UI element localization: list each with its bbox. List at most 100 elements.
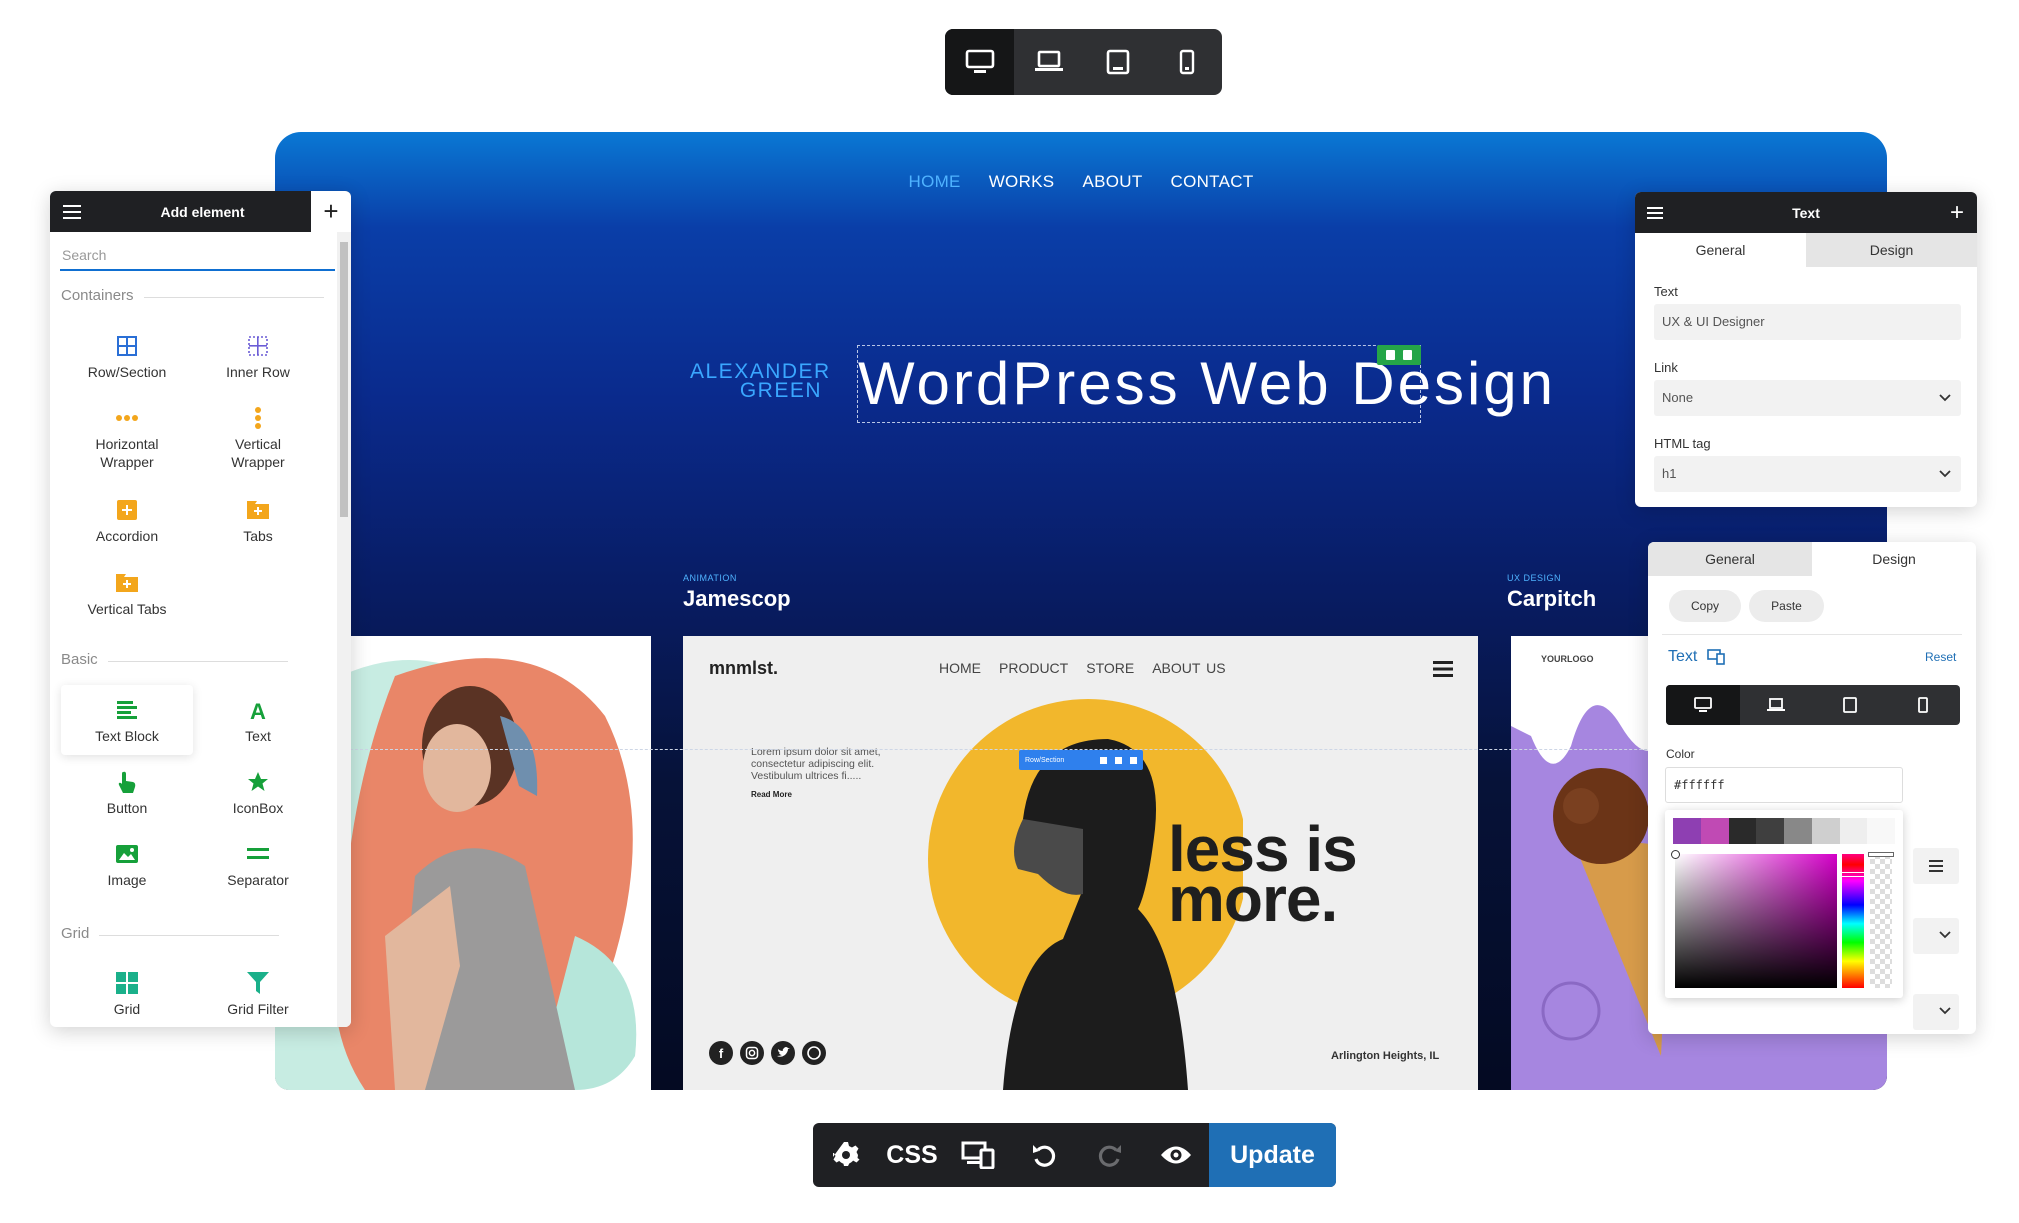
mobile-view-button[interactable] xyxy=(1153,29,1222,95)
element-label: Tabs xyxy=(243,528,273,544)
color-picker-handle[interactable] xyxy=(1671,850,1680,859)
element-vertical-tabs[interactable]: Vertical Tabs xyxy=(60,570,194,618)
mock-lorem: Lorem ipsum dolor sit amet, consectetur … xyxy=(751,746,881,782)
color-hex-input[interactable]: #ffffff xyxy=(1665,767,1903,803)
element-label: Button xyxy=(106,800,148,816)
element-row-section[interactable]: Row/Section xyxy=(60,333,194,381)
mobile-view-button[interactable] xyxy=(1887,685,1961,725)
color-swatch[interactable] xyxy=(1811,818,1840,844)
settings-button[interactable] xyxy=(813,1123,879,1187)
desktop-view-button[interactable] xyxy=(1666,685,1740,725)
element-button[interactable]: Button xyxy=(60,769,194,817)
vertical-tabs-icon xyxy=(116,574,138,592)
site-nav-contact[interactable]: CONTACT xyxy=(1171,172,1254,191)
project-card-mnmlst[interactable]: mnmlst. HOME PRODUCT STORE ABOUT US Lorem i… xyxy=(683,636,1478,1090)
mock-logo: YOURLOGO xyxy=(1541,654,1594,664)
project-name[interactable]: Jamescop xyxy=(683,586,791,612)
element-image[interactable]: Image xyxy=(60,841,194,889)
text-style-label: Text xyxy=(1668,648,1698,665)
chevron-down-icon xyxy=(1939,931,1951,939)
element-text[interactable]: A Text xyxy=(191,697,325,745)
dropdown-select[interactable] xyxy=(1913,994,1959,1030)
site-nav-home[interactable]: HOME xyxy=(909,172,961,191)
dropdown-select[interactable] xyxy=(1913,918,1959,954)
row-section-toolbar[interactable]: Row/Section xyxy=(1019,750,1143,770)
copy-button[interactable]: Copy xyxy=(1669,590,1741,622)
element-tabs[interactable]: Tabs xyxy=(191,497,325,545)
menu-button[interactable] xyxy=(50,191,94,232)
align-justify-button[interactable] xyxy=(1913,848,1959,884)
element-grid[interactable]: Grid xyxy=(60,970,194,1018)
site-nav-works[interactable]: WORKS xyxy=(989,172,1055,191)
color-swatch[interactable] xyxy=(1867,818,1895,844)
laptop-icon xyxy=(1034,50,1063,71)
add-button[interactable]: + xyxy=(311,191,351,232)
reset-link[interactable]: Reset xyxy=(1925,650,1956,664)
preview-button[interactable] xyxy=(1143,1123,1209,1187)
color-saturation-area[interactable] xyxy=(1675,854,1837,988)
html-tag-select[interactable]: h1 xyxy=(1654,456,1961,492)
text-style-group[interactable]: Text xyxy=(1668,648,1726,666)
update-button[interactable]: Update xyxy=(1209,1123,1336,1187)
laptop-icon xyxy=(1767,698,1786,711)
color-swatch[interactable] xyxy=(1784,818,1812,844)
element-separator[interactable]: Separator xyxy=(191,841,325,889)
tab-general[interactable]: General xyxy=(1648,542,1812,576)
copy-icon[interactable] xyxy=(1100,756,1107,764)
section-containers: Containers xyxy=(61,287,322,304)
tab-general[interactable]: General xyxy=(1635,233,1806,267)
link-select-value: None xyxy=(1662,390,1694,405)
project-title-carpitch: UX DESIGN Carpitch xyxy=(1507,573,1596,612)
duplicate-icon[interactable] xyxy=(1115,756,1122,764)
alpha-slider[interactable] xyxy=(1870,854,1892,988)
color-swatch[interactable] xyxy=(1839,818,1868,844)
link-select[interactable]: None xyxy=(1654,380,1961,416)
panel-header: Text + xyxy=(1635,192,1977,233)
text-input[interactable]: UX & UI Designer xyxy=(1654,304,1961,340)
author-name[interactable]: ALEXANDER GREEN xyxy=(690,361,829,401)
responsive-button[interactable] xyxy=(945,1123,1011,1187)
row-section-icon xyxy=(117,336,137,356)
element-horizontal-wrapper[interactable]: Horizontal Wrapper xyxy=(60,405,194,471)
hamburger-icon xyxy=(63,204,81,219)
element-inner-row[interactable]: Inner Row xyxy=(191,333,325,381)
css-button[interactable]: CSS xyxy=(879,1123,945,1187)
hero-heading-selected[interactable]: WordPress Web Design xyxy=(857,345,1553,423)
hue-handle[interactable] xyxy=(1840,872,1866,877)
settings-tabs: General Design xyxy=(1648,542,1976,576)
element-iconbox[interactable]: IconBox xyxy=(191,769,325,817)
alpha-handle[interactable] xyxy=(1868,852,1894,857)
mobile-icon xyxy=(1180,49,1195,75)
desktop-view-button[interactable] xyxy=(945,29,1015,95)
element-accordion[interactable]: Accordion xyxy=(60,497,194,545)
color-swatch[interactable] xyxy=(1756,818,1784,844)
scrollbar-thumb[interactable] xyxy=(340,242,348,517)
color-swatch[interactable] xyxy=(1728,818,1757,844)
tablet-view-button[interactable] xyxy=(1813,685,1887,725)
delete-icon[interactable] xyxy=(1403,350,1413,360)
color-swatch[interactable] xyxy=(1700,818,1729,844)
element-grid-filter[interactable]: Grid Filter xyxy=(191,970,325,1018)
redo-button[interactable] xyxy=(1077,1123,1143,1187)
menu-button[interactable] xyxy=(1635,206,1675,219)
laptop-view-button[interactable] xyxy=(1740,685,1814,725)
element-text-block[interactable]: Text Block xyxy=(61,685,193,755)
paste-button[interactable]: Paste xyxy=(1749,590,1824,622)
laptop-view-button[interactable] xyxy=(1014,29,1083,95)
tablet-view-button[interactable] xyxy=(1084,29,1153,95)
color-swatch[interactable] xyxy=(1673,818,1701,844)
undo-button[interactable] xyxy=(1011,1123,1077,1187)
add-button[interactable]: + xyxy=(1937,199,1977,227)
search-input[interactable]: Search xyxy=(60,240,335,271)
scrollbar[interactable] xyxy=(337,232,351,1027)
tab-design[interactable]: Design xyxy=(1812,542,1976,576)
mock-nav-item: ABOUT US xyxy=(1152,660,1226,676)
color-label: Color xyxy=(1666,747,1695,761)
delete-icon[interactable] xyxy=(1130,756,1137,764)
project-name[interactable]: Carpitch xyxy=(1507,586,1596,612)
element-vertical-wrapper[interactable]: Vertical Wrapper xyxy=(191,405,325,471)
site-nav-about[interactable]: ABOUT xyxy=(1082,172,1142,191)
tab-design[interactable]: Design xyxy=(1806,233,1977,267)
mock-social-icons: f xyxy=(709,1041,826,1065)
duplicate-icon[interactable] xyxy=(1385,350,1395,360)
